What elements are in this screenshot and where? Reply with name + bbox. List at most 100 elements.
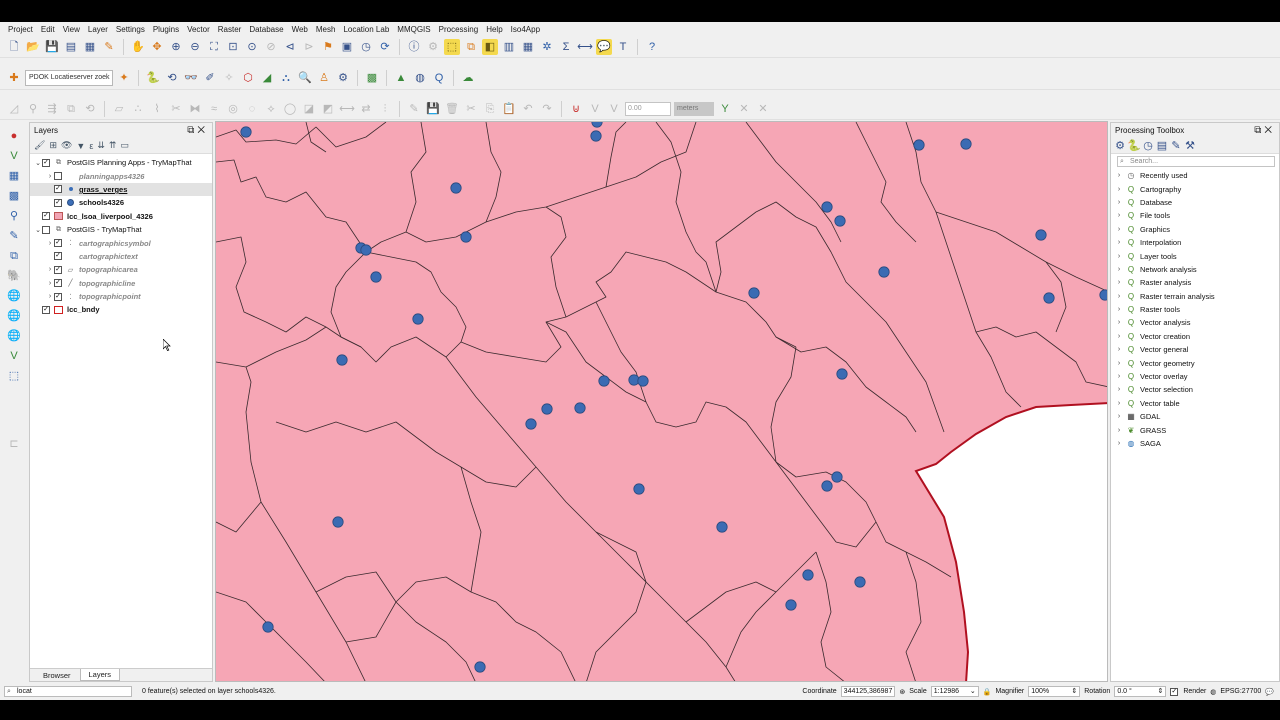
toolbox-group-vector-analysis[interactable]: › Q Vector analysis: [1111, 316, 1279, 329]
layer-group-planning[interactable]: ⌄ ✓ ⧉ PostGIS Planning Apps - TryMapThat: [30, 156, 212, 169]
school-point[interactable]: [834, 215, 846, 227]
zoom-next-icon[interactable]: ⊳: [301, 39, 317, 55]
filter-legend-icon[interactable]: ▼: [76, 141, 85, 151]
school-point[interactable]: [370, 271, 382, 283]
add-group-icon[interactable]: ⊞: [49, 140, 57, 151]
map-tips-icon[interactable]: 💬: [596, 38, 612, 55]
layer-grass-verges[interactable]: ✓ grass_verges: [30, 182, 212, 197]
crs-globe-icon[interactable]: ◍: [1210, 688, 1216, 696]
align-icon[interactable]: ⫶: [377, 101, 393, 117]
refresh-icon[interactable]: ⟳: [377, 39, 393, 55]
pan-map-icon[interactable]: ✋: [130, 39, 146, 55]
school-point[interactable]: [332, 516, 344, 528]
menu-view[interactable]: View: [59, 25, 84, 34]
plugin-reloader-icon[interactable]: ⟲: [164, 70, 180, 86]
render-checkbox[interactable]: ✓: [1170, 687, 1179, 696]
add-spatialite-icon[interactable]: ✎: [5, 228, 23, 244]
menu-settings[interactable]: Settings: [112, 25, 149, 34]
coordinate-field[interactable]: 344125,386987: [840, 686, 896, 697]
layer-schools[interactable]: ✓ schools4326: [30, 196, 212, 209]
digitize-icon[interactable]: ✐: [202, 70, 218, 86]
snapping-magnet-icon[interactable]: ⊍: [568, 101, 584, 117]
toolbox-group-vector-selection[interactable]: › Q Vector selection: [1111, 383, 1279, 396]
expand-arrow-icon[interactable]: ›: [1115, 386, 1123, 393]
toolbox-group-saga[interactable]: › ◍ SAGA: [1111, 437, 1279, 450]
cut-features-icon[interactable]: ✂: [463, 101, 479, 117]
layer-checkbox[interactable]: [42, 225, 50, 234]
gear-menu-icon[interactable]: ⚙: [335, 70, 351, 86]
layer-topographicpoint[interactable]: › ✓ ⁚ topographicpoint: [30, 290, 212, 303]
select-features-icon[interactable]: ⬚: [444, 38, 460, 55]
style-manager-icon[interactable]: ✎: [101, 39, 117, 55]
triangle-tool-icon[interactable]: ▲: [393, 70, 409, 86]
advanced-digitize-icon[interactable]: V: [606, 101, 622, 117]
layout-manager-icon[interactable]: ▦: [82, 39, 98, 55]
temporal-controller-icon[interactable]: ◷: [358, 39, 374, 55]
expand-arrow-icon[interactable]: ›: [1115, 279, 1123, 286]
menu-mmqgis[interactable]: MMQGIS: [393, 25, 434, 34]
processing-toolbox-icon[interactable]: ✲: [539, 39, 555, 55]
toggle-extents-icon[interactable]: ⊛: [899, 688, 905, 696]
show-bookmarks-icon[interactable]: ▣: [339, 39, 355, 55]
intersect-icon[interactable]: ✕: [755, 101, 771, 117]
locator-search-input[interactable]: ⌕ locat: [4, 686, 132, 697]
expand-arrow-icon[interactable]: ›: [1115, 373, 1123, 380]
toggle-editing-icon[interactable]: ✎: [406, 101, 422, 117]
run-feature-action-icon[interactable]: ⚙: [425, 39, 441, 55]
remove-layer-icon[interactable]: ▭: [120, 140, 129, 151]
school-point[interactable]: [240, 126, 252, 138]
pdok-search-input[interactable]: PDOK Locatieserver zoek: [25, 69, 113, 86]
zoom-search-icon[interactable]: 🔍: [297, 70, 313, 86]
add-ring-icon[interactable]: ◯: [282, 101, 298, 117]
school-point[interactable]: [1043, 292, 1055, 304]
layer-checkbox[interactable]: [54, 172, 62, 181]
redo-icon[interactable]: ↷: [539, 101, 555, 117]
tab-layers[interactable]: Layers: [79, 669, 121, 681]
paste-features-icon[interactable]: 📋: [501, 101, 517, 117]
expand-arrow-icon[interactable]: ›: [1115, 266, 1123, 273]
georeferencer-icon[interactable]: ✧: [221, 70, 237, 86]
expand-arrow-icon[interactable]: ›: [1115, 212, 1123, 219]
expand-arrow-icon[interactable]: ›: [1115, 172, 1123, 179]
layer-checkbox[interactable]: ✓: [54, 279, 62, 288]
layer-checkbox[interactable]: ✓: [54, 252, 62, 261]
toolbox-group-gdal[interactable]: › ▦ GDAL: [1111, 410, 1279, 423]
toolbox-group-cartography[interactable]: › Q Cartography: [1111, 182, 1279, 195]
layer-checkbox[interactable]: ✓: [54, 265, 62, 274]
expand-arrow-icon[interactable]: ⌄: [34, 226, 42, 234]
units-select[interactable]: meters: [674, 101, 714, 116]
zoom-to-layer-icon[interactable]: ⊙: [244, 39, 260, 55]
school-point[interactable]: [821, 480, 833, 492]
school-point[interactable]: [836, 368, 848, 380]
school-point[interactable]: [637, 375, 649, 387]
help-icon[interactable]: ?: [644, 39, 660, 55]
cloud-plugin-icon[interactable]: ☁: [460, 70, 476, 86]
delete-ring-icon[interactable]: ◌: [244, 101, 260, 117]
map-canvas[interactable]: [215, 121, 1108, 682]
map-svg[interactable]: [216, 122, 1108, 682]
topology-icon[interactable]: Y: [717, 101, 733, 117]
toolbox-group-vector-general[interactable]: › Q Vector general: [1111, 343, 1279, 356]
collapse-all-icon[interactable]: ⇈: [109, 140, 117, 151]
vertex-tool-icon[interactable]: ⚲: [25, 101, 41, 117]
filter-expression-icon[interactable]: ε: [89, 141, 93, 151]
edit-features-inplace-icon[interactable]: ✎: [1171, 138, 1181, 154]
expand-arrow-icon[interactable]: ›: [1115, 360, 1123, 367]
new-project-icon[interactable]: 🗋: [6, 39, 22, 55]
menu-project[interactable]: Project: [4, 25, 37, 34]
models-icon[interactable]: ⚙: [1115, 138, 1125, 154]
statistical-summary-icon[interactable]: Σ: [558, 39, 574, 55]
school-point[interactable]: [598, 375, 610, 387]
school-point[interactable]: [878, 266, 890, 278]
expand-arrow-icon[interactable]: ›: [1115, 253, 1123, 260]
node-tool-icon[interactable]: ∴: [130, 101, 146, 117]
pdok-plugin-icon[interactable]: ✚: [6, 70, 22, 86]
toolbox-group-vector-creation[interactable]: › Q Vector creation: [1111, 330, 1279, 343]
layer-topographicarea[interactable]: › ✓ ▱ topographicarea: [30, 263, 212, 276]
menu-edit[interactable]: Edit: [37, 25, 59, 34]
add-postgis-icon[interactable]: 🐘: [5, 268, 23, 284]
layer-checkbox[interactable]: ✓: [54, 185, 62, 194]
collapse-arrow-icon[interactable]: ›: [46, 266, 54, 273]
quick-query-icon[interactable]: Q: [431, 70, 447, 86]
expand-arrow-icon[interactable]: ›: [1115, 239, 1123, 246]
